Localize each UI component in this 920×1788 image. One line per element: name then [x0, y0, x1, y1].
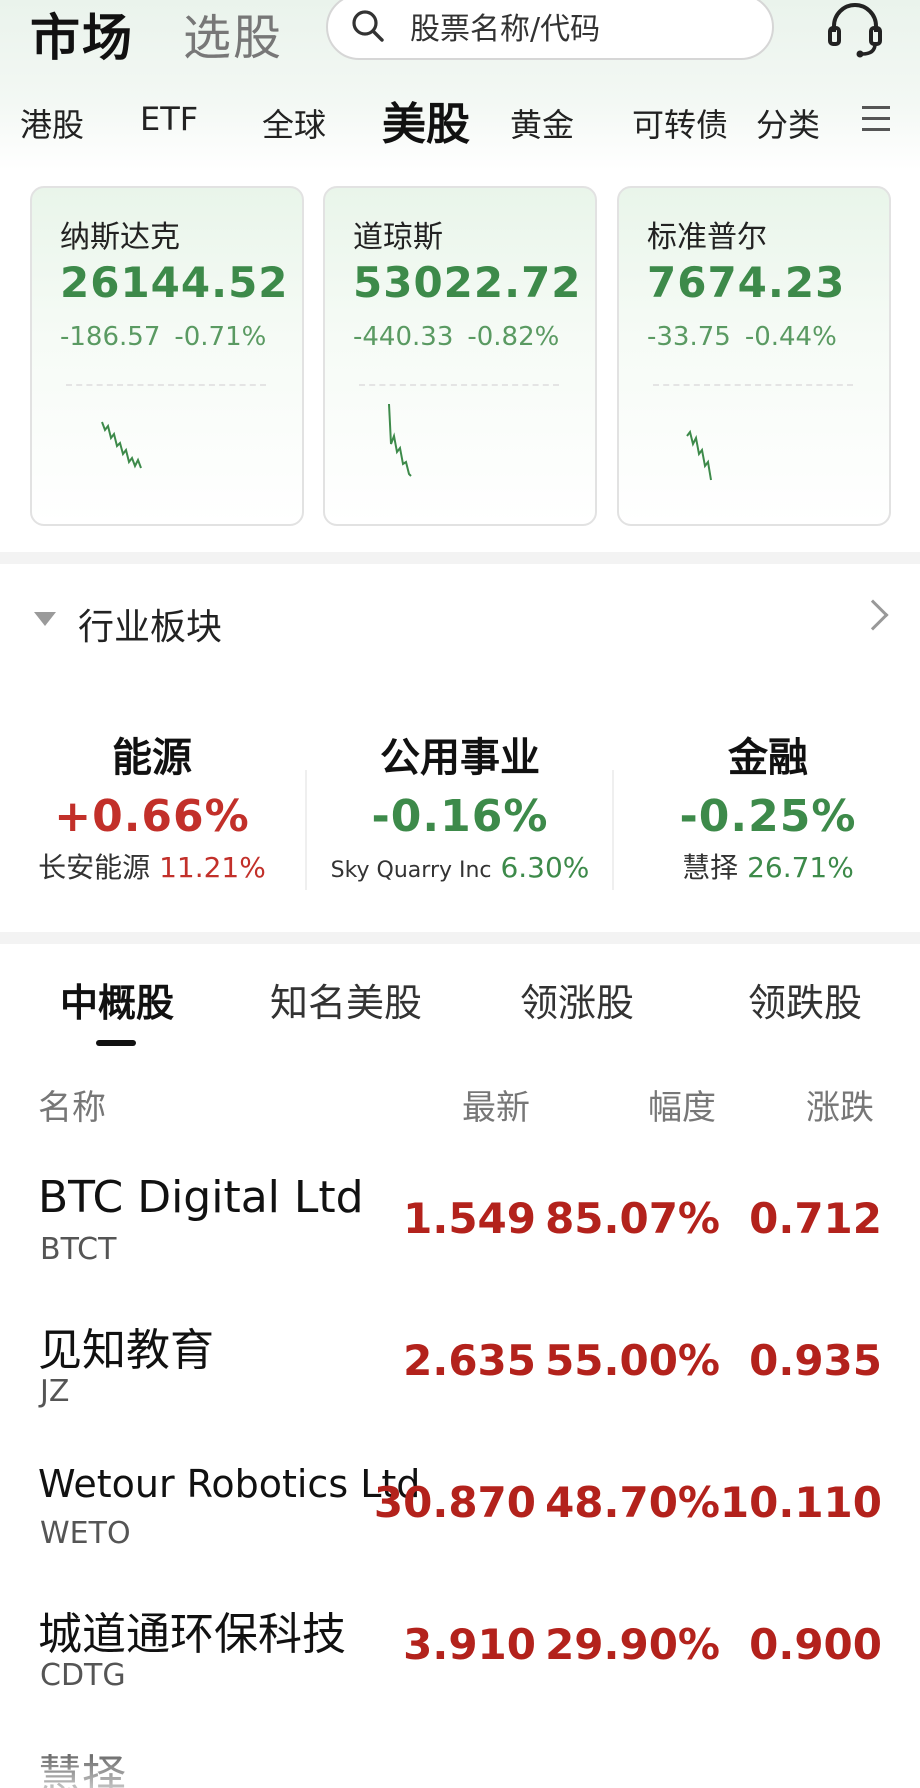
stock-change: 0.712 — [749, 1194, 882, 1243]
column-header-name: 名称 — [38, 1088, 106, 1128]
index-sparkline — [686, 429, 712, 481]
index-change-abs: -33.75 — [647, 322, 731, 352]
stock-row[interactable]: 见知教育 JZ 2.635 55.00% 0.935 — [0, 1314, 920, 1456]
index-name: 道琼斯 — [353, 220, 443, 255]
index-name: 标准普尔 — [647, 220, 767, 255]
index-value: 26144.52 — [60, 258, 289, 307]
index-card-nasdaq[interactable]: 纳斯达克 26144.52 -186.57 -0.71% — [30, 186, 304, 526]
tab-gold[interactable]: 黄金 — [510, 100, 574, 146]
column-header-pct[interactable]: 幅度 — [648, 1080, 716, 1129]
stock-pct: 55.00% — [545, 1336, 720, 1385]
tab-us[interactable]: 美股 — [382, 88, 470, 152]
column-header-price[interactable]: 最新 — [462, 1080, 530, 1129]
index-card-sp500[interactable]: 标准普尔 7674.23 -33.75 -0.44% — [617, 186, 891, 526]
stock-price: 2.635 — [403, 1336, 536, 1385]
sector-name: 公用事业 — [380, 735, 540, 781]
search-icon — [352, 10, 384, 42]
tab-global[interactable]: 全球 — [262, 100, 326, 146]
index-change-abs: -440.33 — [353, 322, 454, 352]
lead-stock-pct: 11.21% — [159, 851, 266, 884]
stock-change: 0.900 — [749, 1620, 882, 1669]
index-change: -33.75 -0.44% — [647, 322, 837, 352]
sector-energy[interactable]: 能源 +0.66% 长安能源 11.21% — [2, 730, 302, 888]
sector-pct: -0.16% — [371, 791, 549, 842]
sector-lead: 长安能源 11.21% — [2, 848, 302, 888]
stock-picker-tab[interactable]: 选股 — [183, 0, 283, 68]
tab-top-gainers[interactable]: 领涨股 — [520, 972, 634, 1027]
sector-separator — [305, 770, 307, 890]
index-change-abs: -186.57 — [60, 322, 161, 352]
baseline — [359, 384, 559, 386]
stock-code: BTCT — [40, 1232, 117, 1267]
sector-name: 金融 — [728, 735, 808, 781]
sector-lead: 慧择 26.71% — [618, 848, 918, 888]
tab-category[interactable]: 分类 — [756, 100, 820, 146]
stock-name: Wetour Robotics Ltd — [38, 1462, 421, 1506]
stock-code: CDTG — [40, 1658, 126, 1693]
column-header-change[interactable]: 涨跌 — [806, 1080, 874, 1129]
sector-finance[interactable]: 金融 -0.25% 慧择 26.71% — [618, 730, 918, 888]
sector-header[interactable]: 行业板块 — [0, 590, 920, 650]
sector-title: 行业板块 — [78, 607, 223, 648]
tab-etf[interactable]: ETF — [140, 100, 198, 138]
sector-lead: Sky Quarry Inc 6.30% — [310, 848, 610, 891]
tab-top-losers[interactable]: 领跌股 — [748, 972, 862, 1027]
lead-stock-pct: 6.30% — [500, 851, 590, 884]
stock-price: 30.870 — [373, 1478, 536, 1527]
index-sparkline — [388, 403, 412, 477]
sector-utilities[interactable]: 公用事业 -0.16% Sky Quarry Inc 6.30% — [310, 730, 610, 891]
stock-pct: 85.07% — [545, 1194, 720, 1243]
index-sparkline — [101, 421, 142, 469]
menu-icon[interactable] — [862, 106, 890, 132]
search-placeholder: 股票名称/代码 — [410, 12, 601, 47]
top-header: 市场 选股 股票名称/代码 港股 ETF 全球 美股 黄金 可转债 分类 — [0, 0, 920, 170]
stock-row[interactable]: Wetour Robotics Ltd WETO 30.870 48.70% 1… — [0, 1456, 920, 1598]
stock-code: WETO — [40, 1516, 131, 1551]
lead-stock-pct: 26.71% — [747, 851, 854, 884]
stock-row[interactable]: 城道通环保科技 CDTG 3.910 29.90% 0.900 — [0, 1598, 920, 1740]
lead-stock-name: Sky Quarry Inc — [330, 858, 492, 883]
sector-name: 能源 — [112, 735, 192, 781]
index-change-pct: -0.71% — [174, 322, 267, 352]
index-change: -440.33 -0.82% — [353, 322, 559, 352]
index-value: 7674.23 — [647, 258, 846, 307]
lead-stock-name: 慧择 — [682, 851, 739, 884]
stock-price: 1.549 — [403, 1194, 536, 1243]
tab-famous-us[interactable]: 知名美股 — [270, 972, 422, 1027]
tab-hk[interactable]: 港股 — [20, 100, 84, 146]
page-title[interactable]: 市场 — [30, 0, 134, 70]
index-change-pct: -0.44% — [744, 322, 837, 352]
index-change-pct: -0.82% — [467, 322, 560, 352]
search-input[interactable]: 股票名称/代码 — [326, 0, 774, 60]
tab-convertible[interactable]: 可转债 — [632, 100, 728, 146]
section-divider — [0, 932, 920, 944]
stock-change: 0.935 — [749, 1336, 882, 1385]
stock-code: JZ — [40, 1374, 70, 1409]
stock-pct: 48.70% — [545, 1478, 720, 1527]
stock-name: 城道通环保科技 — [38, 1609, 346, 1660]
stock-price: 3.910 — [403, 1620, 536, 1669]
chevron-right-icon[interactable] — [857, 599, 889, 631]
stock-row[interactable]: BTC Digital Ltd BTCT 1.549 85.07% 0.712 — [0, 1172, 920, 1314]
tab-china-concept[interactable]: 中概股 — [60, 972, 174, 1027]
baseline — [653, 384, 853, 386]
stock-name: BTC Digital Ltd — [38, 1172, 364, 1223]
baseline — [66, 384, 266, 386]
sector-pct: -0.25% — [679, 791, 857, 842]
index-card-dow[interactable]: 道琼斯 53022.72 -440.33 -0.82% — [323, 186, 597, 526]
stock-name: 见知教育 — [38, 1325, 214, 1376]
triangle-down-icon[interactable] — [34, 612, 56, 626]
lead-stock-name: 长安能源 — [38, 851, 151, 884]
index-value: 53022.72 — [353, 258, 582, 307]
sector-separator — [612, 770, 614, 890]
index-change: -186.57 -0.71% — [60, 322, 266, 352]
stock-pct: 29.90% — [545, 1620, 720, 1669]
headset-icon[interactable] — [824, 0, 886, 60]
sector-pct: +0.66% — [54, 791, 250, 842]
index-name: 纳斯达克 — [60, 220, 180, 255]
stock-change: 10.110 — [719, 1478, 882, 1527]
active-tab-indicator — [96, 1040, 136, 1046]
section-divider — [0, 552, 920, 564]
scroll-fade — [0, 1720, 920, 1788]
